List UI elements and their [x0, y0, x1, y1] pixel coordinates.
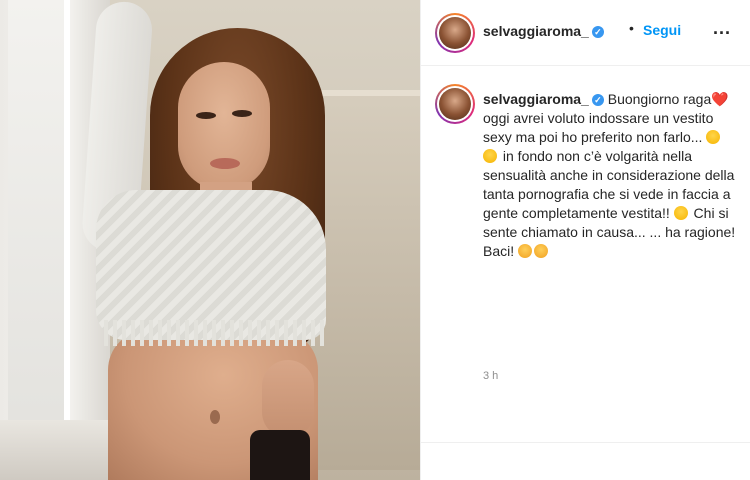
kiss-emoji-icon: [534, 244, 549, 258]
photo-right-eye: [232, 110, 252, 117]
caption-line-2: oggi avrei voluto indossare un vestito s…: [483, 110, 714, 145]
divider: [421, 442, 750, 443]
caption-username[interactable]: selvaggiaroma_: [483, 91, 589, 107]
more-options-icon[interactable]: ...: [713, 18, 731, 39]
post-side-panel: selvaggiaroma_ ✓ • Segui ... selvaggiarom…: [420, 0, 750, 480]
photo-navel: [210, 410, 220, 424]
follow-button[interactable]: Segui: [643, 22, 681, 38]
photo-lips: [210, 158, 240, 169]
photo-left-eye: [196, 112, 216, 119]
kiss-emoji-icon: [518, 244, 533, 258]
instagram-post: selvaggiaroma_ ✓ • Segui ... selvaggiarom…: [0, 0, 750, 480]
laughing-emoji-icon: [483, 149, 497, 163]
winking-emoji-icon: [673, 206, 688, 220]
heart-emoji-icon: ❤️: [711, 91, 729, 107]
avatar-image: [439, 17, 471, 49]
photo-face: [178, 62, 270, 190]
avatar-image: [439, 88, 471, 120]
header-username-link[interactable]: selvaggiaroma_ ✓: [483, 23, 604, 39]
post-header: selvaggiaroma_ ✓ • Segui ...: [421, 0, 750, 66]
post-photo[interactable]: [0, 0, 420, 480]
photo-window-glass: [8, 0, 70, 440]
verified-badge-icon: ✓: [591, 94, 604, 107]
photo-sweater: [96, 190, 326, 340]
verified-badge-icon: ✓: [591, 26, 604, 39]
caption-text: selvaggiaroma_ ✓ Buongiorno raga❤️ oggi a…: [483, 90, 738, 261]
caption-line-1: Buongiorno raga: [607, 91, 712, 107]
photo-hand: [262, 360, 314, 438]
post-timestamp[interactable]: 3 h: [483, 370, 498, 382]
laughing-emoji-icon: [706, 130, 721, 144]
header-username[interactable]: selvaggiaroma_: [483, 23, 589, 39]
caption-avatar[interactable]: [435, 84, 475, 124]
photo-brief: [250, 430, 310, 480]
header-separator: •: [629, 20, 634, 36]
header-avatar[interactable]: [435, 13, 475, 53]
photo-sweater-fringe: [104, 320, 324, 346]
